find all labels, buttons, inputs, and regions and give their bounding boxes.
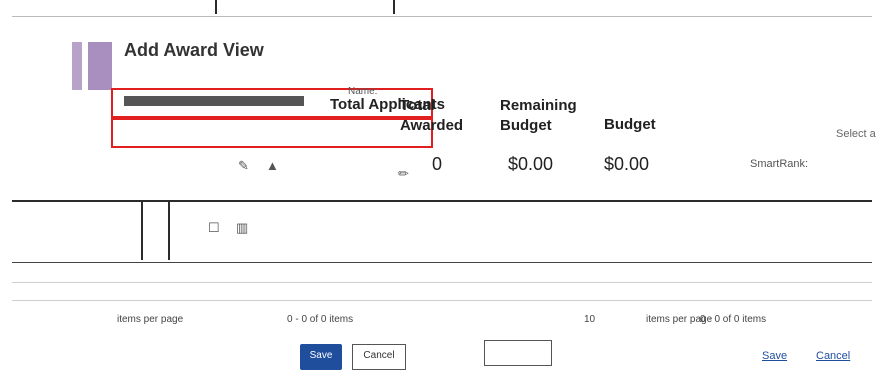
bottom-save-link[interactable]: Save bbox=[762, 350, 787, 362]
name-input[interactable] bbox=[124, 96, 304, 106]
dialog-icon bbox=[72, 42, 122, 90]
pencil-icon[interactable]: ✏ bbox=[398, 166, 409, 182]
dialog-title: Add Award View bbox=[124, 40, 264, 60]
total-awarded-label: Total Awarded bbox=[400, 97, 464, 134]
top-border bbox=[12, 16, 872, 17]
top-divider-right bbox=[393, 0, 395, 14]
table-row-line-1 bbox=[12, 282, 872, 283]
remaining-budget-value: $0.00 bbox=[508, 154, 554, 174]
top-divider-left bbox=[215, 0, 217, 14]
save-button[interactable]: Save bbox=[300, 344, 342, 370]
columns-icon[interactable]: ▥ bbox=[236, 220, 248, 236]
edit-icon[interactable]: ✎ bbox=[238, 158, 249, 174]
items-range-right: 0 - 0 of 0 items bbox=[700, 314, 767, 325]
select-dropdown[interactable]: Select a bbox=[836, 128, 876, 140]
total-awarded-value: 0 bbox=[432, 154, 443, 174]
bottom-cancel-link[interactable]: Cancel bbox=[816, 350, 850, 362]
vertical-divider-2 bbox=[168, 200, 170, 260]
budget-value: $0.00 bbox=[604, 154, 650, 174]
edit-icon-table[interactable]: ☐ bbox=[208, 220, 220, 236]
smartrank-label: SmartRank: bbox=[750, 158, 809, 170]
table-header-line bbox=[12, 262, 872, 263]
items-range-left: 0 - 0 of 0 items bbox=[287, 314, 354, 325]
vertical-divider-1 bbox=[141, 200, 143, 260]
items-per-page-left: items per page bbox=[117, 314, 184, 325]
highlight-select-field bbox=[111, 118, 433, 148]
cancel-button[interactable]: Cancel bbox=[352, 344, 406, 370]
remaining-budget-label: Remaining Budget bbox=[500, 97, 577, 134]
upload-icon[interactable]: ▲ bbox=[266, 158, 279, 173]
table-row-line-2 bbox=[12, 300, 872, 301]
page-size[interactable]: 10 bbox=[584, 314, 595, 325]
options-button[interactable] bbox=[484, 340, 552, 366]
budget-label: Budget bbox=[604, 116, 656, 133]
